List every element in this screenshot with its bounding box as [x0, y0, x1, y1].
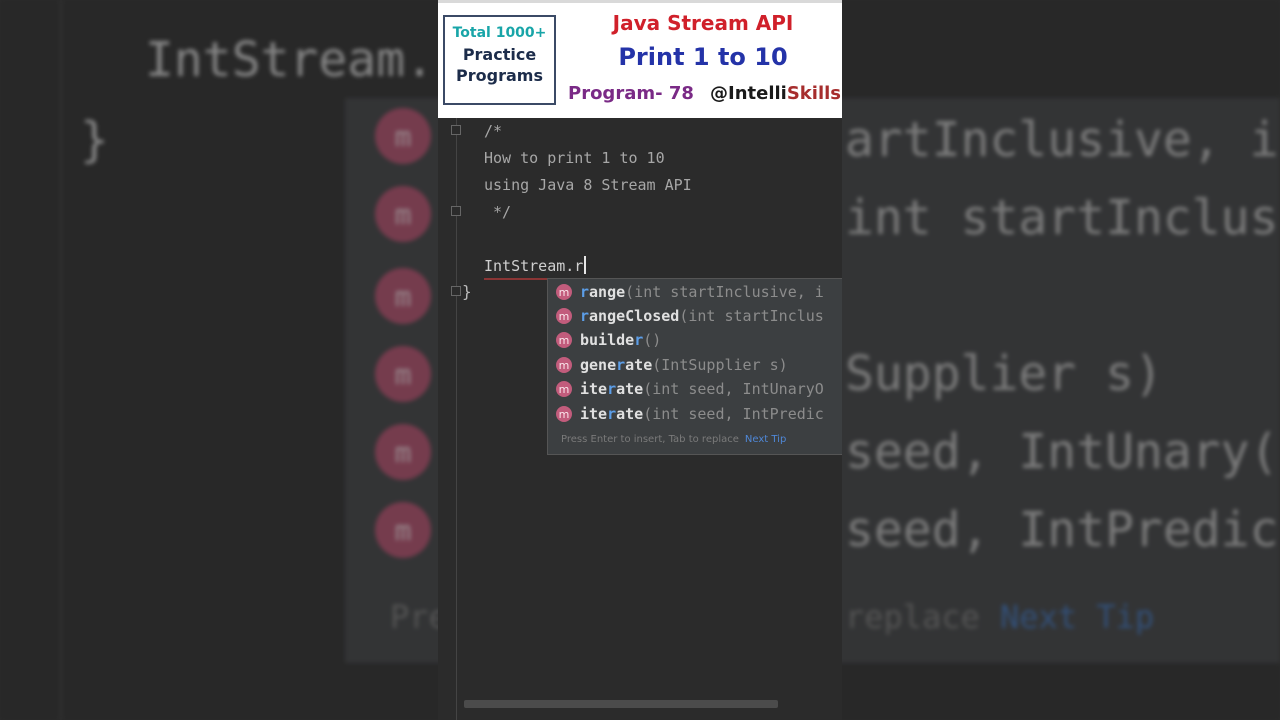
item-signature: (int startInclus: [679, 307, 824, 325]
item-name: iterate: [580, 405, 644, 423]
hint-text: Press Enter to insert, Tab to replace: [561, 434, 739, 445]
method-icon: m: [556, 284, 572, 300]
badge-box: Total 1000+ Practice Programs: [443, 15, 556, 105]
bg-sig-line: seed, IntUnary(: [845, 424, 1279, 480]
method-icon: m: [556, 406, 572, 422]
method-icon: m: [556, 308, 572, 324]
item-name: builder: [580, 331, 644, 349]
bg-code-text: IntStream.: [145, 32, 434, 88]
text-cursor: [584, 256, 587, 274]
method-icon: m: [556, 357, 572, 373]
video-panel: Total 1000+ Practice Programs Java Strea…: [438, 0, 842, 720]
fold-icon[interactable]: [451, 206, 461, 216]
completion-item-rangeclosed[interactable]: m rangeClosed (int startInclus: [548, 304, 842, 328]
channel-handle: @IntelliSkills: [710, 83, 841, 104]
badge-total: Total 1000+: [452, 25, 547, 41]
completion-item-iterate[interactable]: m iterate (int seed, IntUnaryO: [548, 377, 842, 401]
completion-hint: Press Enter to insert, Tab to replace Nex…: [561, 434, 786, 445]
fold-icon[interactable]: [451, 125, 461, 135]
badge-programs: Programs: [456, 66, 543, 85]
handle-suffix: Skills: [786, 83, 842, 104]
method-icon: m: [556, 381, 572, 397]
closing-brace: }: [462, 282, 472, 301]
bg-sig-line: artInclusive, i: [845, 112, 1279, 168]
program-number: Program- 78: [568, 83, 694, 104]
completion-popup[interactable]: m range (int startInclusive, i m rangeCl…: [547, 278, 842, 455]
comment-line: How to print 1 to 10: [484, 149, 665, 167]
item-signature: (int startInclusive, i: [625, 283, 824, 301]
statement-text: IntStream.r: [484, 257, 584, 275]
item-signature: (int seed, IntPredic: [643, 405, 824, 423]
completion-item-builder[interactable]: m builder (): [548, 328, 842, 352]
item-name: generate: [580, 356, 653, 374]
bg-hint-right: replace: [845, 598, 980, 636]
comment-open: /*: [484, 122, 503, 140]
item-signature: (int seed, IntUnaryO: [643, 380, 824, 398]
completion-item-iterate-predicate[interactable]: m iterate (int seed, IntPredic: [548, 402, 842, 426]
handle-prefix: @Intelli: [710, 83, 787, 104]
bg-gutter: [60, 0, 62, 720]
comment-line: using Java 8 Stream API: [484, 176, 692, 194]
horizontal-scrollbar[interactable]: [464, 700, 778, 708]
next-tip-link[interactable]: Next Tip: [745, 434, 786, 445]
bg-method-icon: m: [375, 268, 431, 324]
item-signature: (): [643, 331, 662, 349]
title-banner: Total 1000+ Practice Programs Java Strea…: [438, 0, 842, 118]
bg-method-icon: m: [375, 346, 431, 402]
code-editor[interactable]: /* How to print 1 to 10 using Java 8 Str…: [438, 118, 842, 720]
method-icon: m: [556, 332, 572, 348]
bg-method-icon: m: [375, 424, 431, 480]
bg-method-icon: m: [375, 186, 431, 242]
banner-title: Java Stream API: [612, 11, 794, 35]
banner-subtitle: Print 1 to 10: [618, 43, 788, 71]
comment-close: */: [484, 203, 512, 221]
bg-next-tip: Next Tip: [1000, 598, 1155, 636]
bg-method-icon: m: [375, 502, 431, 558]
bg-method-icon: m: [375, 108, 431, 164]
bg-sig-line: int startInclus: [845, 190, 1279, 246]
code-statement[interactable]: IntStream.r: [484, 256, 587, 275]
item-name: rangeClosed: [580, 307, 680, 325]
badge-practice: Practice: [462, 45, 537, 64]
completion-item-generate[interactable]: m generate (IntSupplier s): [548, 353, 842, 377]
bg-sig-line: seed, IntPredic: [845, 502, 1279, 558]
bg-brace: }: [80, 112, 109, 168]
item-signature: (IntSupplier s): [652, 356, 788, 374]
fold-icon[interactable]: [451, 286, 461, 296]
item-name: iterate: [580, 380, 644, 398]
bg-sig-line: Supplier s): [845, 346, 1163, 402]
item-name: range: [580, 283, 626, 301]
completion-item-range[interactable]: m range (int startInclusive, i: [548, 280, 842, 304]
